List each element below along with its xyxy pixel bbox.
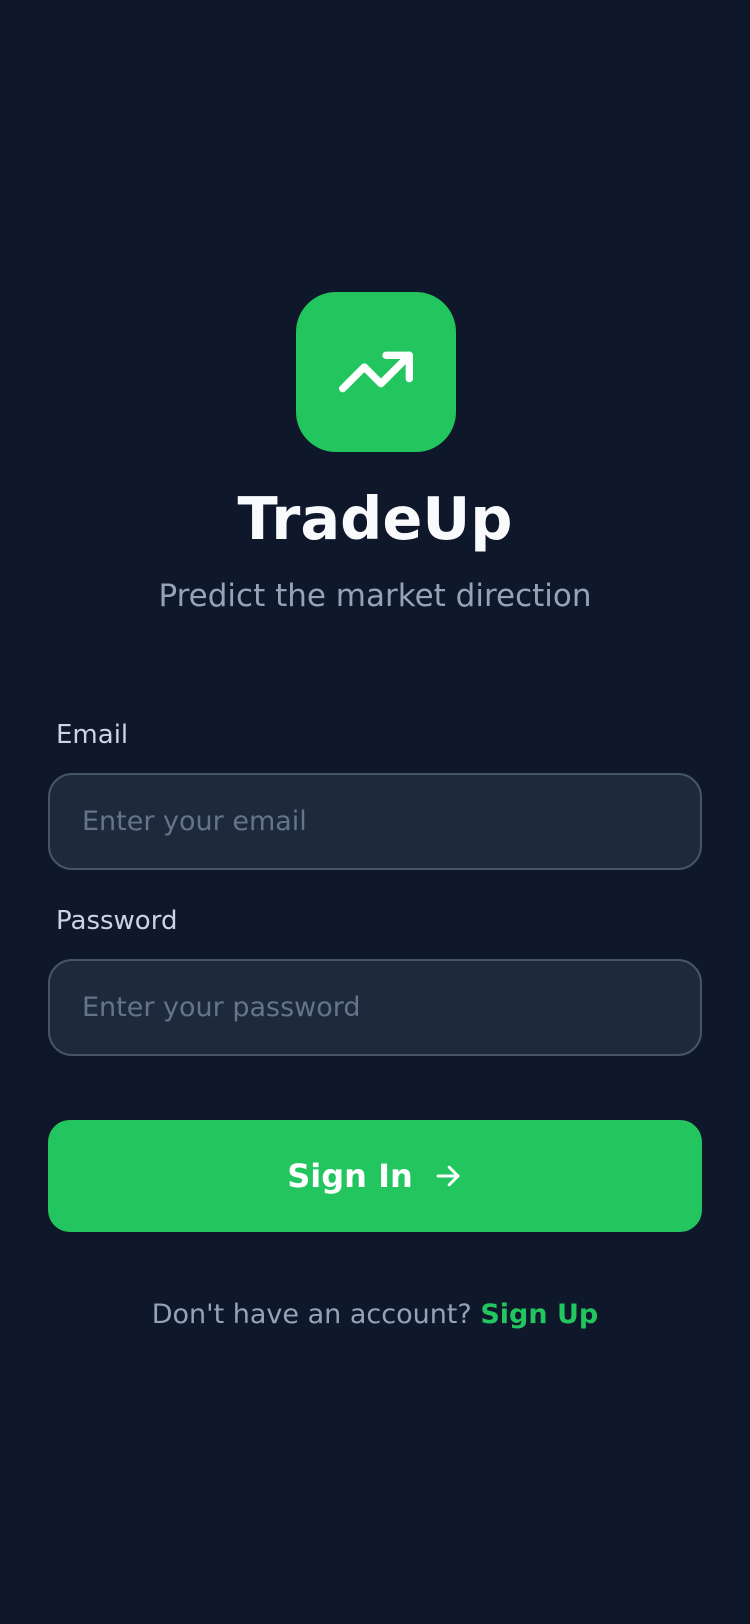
app-title: TradeUp [237,484,513,553]
app-tagline: Predict the market direction [158,578,592,614]
app-logo [296,292,456,452]
sign-in-label: Sign In [287,1157,413,1195]
signup-prompt: Don't have an account? Sign Up [0,1297,750,1333]
trending-up-icon [339,351,414,393]
password-label: Password [56,906,178,936]
email-input[interactable] [48,773,702,870]
password-input[interactable] [48,959,702,1056]
signup-prompt-text: Don't have an account? [151,1299,472,1330]
arrow-right-icon [436,1165,460,1187]
sign-up-link[interactable]: Sign Up [480,1299,598,1330]
email-label: Email [56,720,129,750]
sign-in-button[interactable]: Sign In [48,1120,702,1232]
